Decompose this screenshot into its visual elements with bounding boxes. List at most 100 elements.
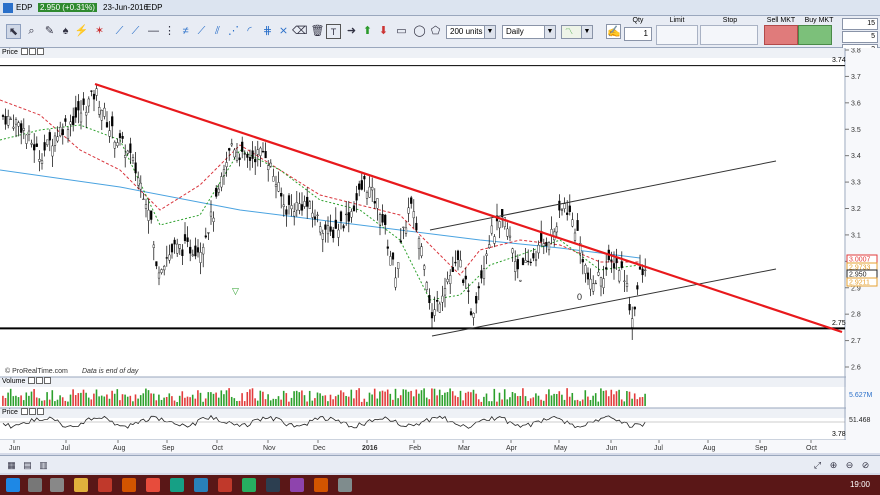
pattern-icon[interactable]: ⨯	[276, 24, 291, 39]
qty-label: Qty	[632, 17, 644, 24]
volume-bar	[597, 401, 600, 406]
panel-close-icon[interactable]	[36, 48, 44, 55]
grid-icon[interactable]: ▥	[36, 458, 51, 473]
candle-body	[204, 235, 207, 238]
volume-bar	[116, 389, 119, 406]
rectangle-icon[interactable]: ▭	[394, 24, 409, 39]
volume-bar	[139, 395, 142, 406]
gann-icon[interactable]: ✶	[92, 24, 107, 39]
volume-bar	[532, 397, 535, 406]
app-icon[interactable]	[194, 478, 208, 492]
fan-icon[interactable]: ⋰	[226, 24, 241, 39]
spin-field-2[interactable]: 5	[842, 31, 878, 43]
arc-icon[interactable]: ◜	[242, 24, 257, 39]
volume-bar	[459, 390, 462, 406]
panel-settings-icon[interactable]	[28, 48, 36, 55]
bell-icon[interactable]: ♠	[58, 24, 73, 39]
spin-field-1[interactable]: 15	[842, 18, 878, 30]
vertical-line-icon[interactable]: ⋮	[162, 24, 177, 39]
buy-market-button[interactable]	[798, 25, 832, 45]
fibonacci-icon[interactable]: ⚡	[74, 24, 89, 39]
units-select[interactable]: 200 units ▼	[446, 25, 496, 39]
app-icon[interactable]	[290, 478, 304, 492]
candle-body	[529, 261, 532, 264]
panel-window-icon[interactable]	[28, 377, 36, 384]
volume-bar	[496, 401, 498, 406]
horizontal-line-icon[interactable]: —	[146, 24, 161, 39]
panel-close-icon[interactable]	[36, 408, 44, 415]
reset-zoom-icon[interactable]: ⊘	[858, 458, 873, 473]
app-icon[interactable]	[242, 478, 256, 492]
period-select[interactable]: Daily ▼	[502, 25, 556, 39]
panel-settings-icon[interactable]	[36, 377, 44, 384]
pencil-icon[interactable]: ✎	[42, 24, 57, 39]
task-view-icon[interactable]	[50, 478, 64, 492]
volume-bar	[589, 399, 592, 406]
limit-input[interactable]	[656, 25, 698, 45]
regression-icon[interactable]: ⟋	[194, 24, 209, 39]
cycles-icon[interactable]: ⋕	[260, 24, 275, 39]
chart-canvas[interactable]: 3.83.73.63.53.43.33.23.132.92.82.72.6 ▽ …	[0, 48, 880, 453]
volume-bar	[241, 393, 243, 406]
zoom-in-icon[interactable]: ⊕	[826, 458, 841, 473]
sell-market-button[interactable]	[764, 25, 798, 45]
draw-icon[interactable]: ▤	[20, 458, 35, 473]
fit-icon[interactable]: ⤢	[810, 458, 825, 473]
app-icon[interactable]	[98, 478, 112, 492]
candle-body	[183, 234, 187, 241]
candle-body	[404, 227, 408, 234]
app-icon[interactable]	[266, 478, 280, 492]
app-icon[interactable]	[338, 478, 352, 492]
candle-body	[168, 254, 171, 261]
explorer-icon[interactable]	[74, 478, 88, 492]
candle-body	[124, 155, 127, 158]
app-icon[interactable]	[170, 478, 184, 492]
panel-settings-icon[interactable]	[28, 408, 36, 415]
channel-icon[interactable]: ≠	[178, 24, 193, 39]
trash-icon[interactable]: 🗑	[310, 24, 325, 39]
volume-bar	[342, 392, 345, 406]
candle-body	[290, 205, 293, 210]
candle-body	[329, 226, 332, 232]
panel-close-icon[interactable]	[44, 377, 52, 384]
volume-bar	[308, 390, 311, 406]
candle-body	[12, 126, 15, 129]
chart-style-select[interactable]: 〽 ▼	[561, 25, 593, 39]
eraser-icon[interactable]: ⌫	[292, 24, 308, 39]
candle-body	[407, 207, 410, 214]
arrow-up-icon[interactable]: ⬆	[360, 24, 375, 39]
order-ticket-icon[interactable]: ✍	[606, 24, 621, 39]
stop-input[interactable]	[700, 25, 758, 45]
candle-body	[194, 245, 197, 257]
volume-bar	[7, 392, 9, 406]
line-tool-icon[interactable]: ⟋	[112, 24, 127, 39]
volume-bar	[223, 394, 225, 406]
magnifier-icon[interactable]: ⌕	[24, 24, 39, 39]
cursor-icon[interactable]: ⬉	[6, 24, 21, 39]
zoom-out-icon[interactable]: ⊖	[842, 458, 857, 473]
polygon-icon[interactable]: ⬠	[428, 24, 443, 39]
arrow-down-icon[interactable]: ⬇	[376, 24, 391, 39]
qty-input[interactable]: 1	[624, 27, 652, 41]
panel-window-icon[interactable]	[20, 408, 28, 415]
ellipse-icon[interactable]: ◯	[412, 24, 427, 39]
app-icon[interactable]	[218, 478, 232, 492]
volume-bar	[620, 399, 623, 406]
search-icon[interactable]	[28, 478, 42, 492]
arrow-right-icon[interactable]: ➜	[344, 24, 359, 39]
chart-type-icon[interactable]: ▦	[4, 458, 19, 473]
start-icon[interactable]	[6, 478, 20, 492]
volume-bar	[527, 401, 529, 406]
candle-body	[472, 313, 475, 318]
volume-bar	[280, 399, 282, 406]
app-icon[interactable]	[146, 478, 160, 492]
pitchfork-icon[interactable]: ⫽	[210, 24, 225, 39]
volume-bar	[605, 390, 607, 406]
ray-tool-icon[interactable]: ⟋	[128, 24, 143, 39]
app-icon[interactable]	[122, 478, 136, 492]
app-icon[interactable]	[314, 478, 328, 492]
text-tool-icon[interactable]: T	[326, 24, 341, 39]
candle-body	[410, 197, 413, 204]
panel-window-icon[interactable]	[20, 48, 28, 55]
candle-body	[482, 268, 486, 279]
